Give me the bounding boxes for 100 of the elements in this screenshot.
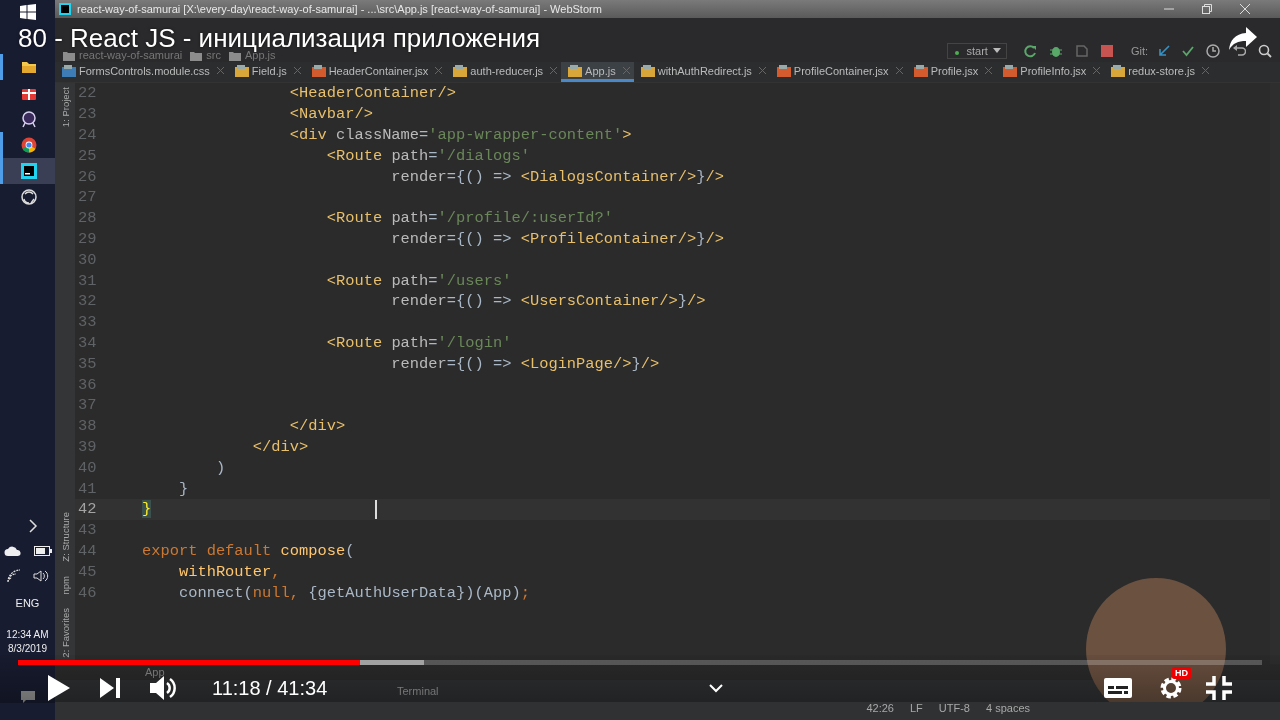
video-time: 11:18 / 41:34 [212,676,328,700]
history-icon[interactable] [1206,44,1220,58]
circle-app-icon [20,188,38,206]
clock-date[interactable]: 8/3/2019 [8,643,47,654]
line-number: 37 [77,396,98,415]
subtitles-icon[interactable] [1104,678,1132,698]
line-number: 22 [77,84,98,103]
wifi-icon[interactable] [6,569,21,583]
status-item[interactable]: LF [909,702,923,714]
editor-tab[interactable]: redux-store.js [1104,62,1213,82]
line-number: 25 [77,146,98,165]
code-line: <Navbar/> [288,105,373,124]
tool-window-button[interactable]: Z: Structure [59,512,71,562]
line-number: 43 [77,521,98,540]
ide-app-icon [59,3,71,15]
close-icon[interactable] [293,67,301,74]
bug-icon[interactable] [1048,44,1063,58]
clock-time[interactable]: 12:34 AM [6,629,49,640]
close-icon[interactable] [550,67,558,74]
language-indicator[interactable]: ENG [15,597,40,609]
editor-tab[interactable]: FormsControls.module.css [55,62,228,82]
editor-tab[interactable]: Field.js [227,62,305,82]
tool-window-button[interactable]: 2: Favorites [59,608,71,658]
speaker-icon[interactable] [32,569,49,583]
editor-tab[interactable]: HeaderContainer.jsx [304,62,447,82]
status-item[interactable]: UTF-8 [938,702,970,714]
breadcrumb[interactable]: react-way-of-samurai [63,50,183,61]
line-number: 28 [77,209,98,228]
code-line: render={() => <ProfileContainer/>}/> [390,229,724,248]
exit-fullscreen-icon[interactable] [1206,676,1232,700]
editor-tab[interactable]: withAuthRedirect.js [633,62,770,82]
editor-tab[interactable]: auth-reducer.js [446,62,562,82]
code-line: <Route path='/users' [325,271,512,290]
close-icon[interactable] [435,67,443,74]
windows-logo-icon[interactable] [19,4,36,20]
breadcrumb[interactable]: src [190,50,221,61]
share-icon[interactable] [1228,25,1258,51]
code-line: <Route path='/login' [325,333,512,352]
chevron-right-icon[interactable] [27,519,38,533]
line-number: 33 [77,313,98,332]
taskbar-app[interactable] [0,158,55,184]
code-line: render={() => <UsersContainer/>}/> [390,292,706,311]
close-icon[interactable] [895,67,903,74]
editor-tab[interactable]: ProfileInfo.jsx [996,62,1105,82]
code-line: <div className='app-wrapper-content'> [288,126,632,144]
line-number: 42 [77,500,98,519]
caret-icon [992,48,1001,54]
checkmark-icon[interactable] [1182,45,1194,57]
line-number: 45 [77,562,98,581]
close-icon[interactable] [985,67,993,74]
status-item[interactable]: 4 spaces [985,702,1030,714]
status-item[interactable]: 42:26 [866,702,894,714]
line-number: 29 [77,229,98,248]
settings-icon [1158,675,1184,701]
line-number: 34 [77,333,98,352]
code-line: export default compose( [142,541,355,560]
editor-tab[interactable]: ProfileContainer.jsx [769,62,907,82]
tool-window-button[interactable]: npm [59,575,71,595]
code-line: render={() => <DialogsContainer/>}/> [390,167,724,186]
ide-app-icon [20,162,38,180]
close-icon[interactable] [758,67,766,74]
close-icon[interactable] [1093,67,1101,74]
line-number: 35 [77,354,98,373]
line-number: 32 [77,292,98,311]
line-number: 44 [77,541,98,560]
line-number: 30 [77,250,98,269]
line-number: 23 [77,105,98,124]
code-line: withRouter, [177,562,281,581]
play-icon[interactable] [48,675,70,701]
breadcrumb[interactable]: App [145,666,165,678]
editor-tab[interactable]: App.js [561,62,634,82]
close-icon[interactable] [1202,67,1209,74]
close-icon[interactable] [216,67,224,74]
rerun-icon[interactable] [1022,44,1037,58]
editor-tab[interactable]: Profile.jsx [906,62,997,82]
chevron-down-icon[interactable] [708,683,723,693]
hd-badge: HD [1172,667,1191,679]
git-label: Git: [1130,45,1148,57]
code-line: ) [214,458,226,477]
round-app-icon [20,110,38,128]
battery-icon[interactable] [33,546,52,556]
next-icon[interactable] [100,678,120,698]
line-number: 31 [77,271,98,290]
tool-window-button[interactable]: Terminal [397,685,439,697]
stop-icon[interactable] [1100,45,1113,57]
code-line: connect(null, {getAuthUserData})(App); [177,583,530,602]
restore-icon[interactable] [1202,4,1212,14]
update-arrow-icon[interactable] [1158,45,1170,57]
run-config-dropdown[interactable]: start [947,43,1007,59]
undo-icon[interactable] [1232,44,1246,58]
progress-bar[interactable] [18,660,1262,665]
code-line: </div> [288,417,346,436]
notifications-icon[interactable] [19,690,36,704]
cloud-icon[interactable] [3,545,22,557]
code-line: <HeaderContainer/> [288,84,457,103]
tool-window-button[interactable]: 1: Project [59,87,71,128]
code-line: </div> [251,437,309,456]
line-number: 26 [77,167,98,186]
search-icon[interactable] [1258,44,1272,58]
code-line: render={() => <LoginPage/>}/> [390,354,660,373]
